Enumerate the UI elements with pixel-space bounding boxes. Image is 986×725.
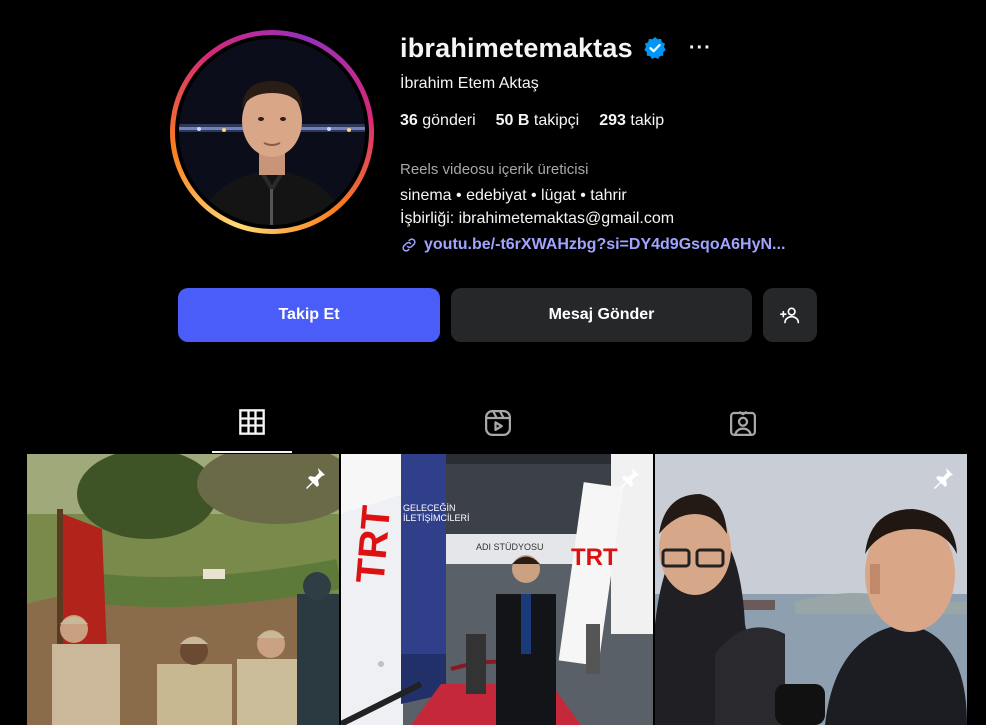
suggested-users-button[interactable] [763, 288, 817, 342]
follow-button[interactable]: Takip Et [178, 288, 440, 342]
followers-count: 50 B [495, 112, 530, 129]
pinned-icon [617, 466, 641, 490]
bio-line-2: İşbirliği: ibrahimetemaktas@gmail.com [400, 210, 675, 227]
pinned-icon [931, 466, 955, 490]
tagged-icon [728, 408, 758, 438]
followers-stat[interactable]: 50 B takipçi [496, 112, 580, 130]
more-options-button[interactable]: ··· [689, 37, 712, 60]
following-label: takip [630, 112, 665, 129]
post-grid: TRT TRT GELECEĞİN İLETİŞİMCİLERİ ADI STÜ… [27, 454, 967, 725]
posts-count: 36 [400, 112, 418, 129]
bio-link-text[interactable]: youtu.be/-t6rXWAHzbg?si=DY4d9GsqoA6HyN..… [424, 236, 785, 254]
tab-reels[interactable] [458, 404, 538, 452]
profile-stats: 36 gönderi 50 B takipçi 293 takip [400, 112, 664, 130]
bio-link[interactable]: youtu.be/-t6rXWAHzbg?si=DY4d9GsqoA6HyN..… [400, 236, 785, 254]
signage-trt-right: TRT [571, 544, 618, 571]
reels-icon [483, 408, 513, 438]
username-row: ibrahimetemaktas ··· [400, 30, 712, 66]
add-person-icon [780, 305, 800, 325]
username: ibrahimetemaktas [400, 32, 633, 63]
profile-avatar[interactable] [179, 39, 365, 225]
profile-avatar-ring[interactable] [170, 30, 374, 234]
following-stat[interactable]: 293 takip [599, 112, 664, 130]
pinned-icon [303, 466, 327, 490]
message-button[interactable]: Mesaj Gönder [451, 288, 752, 342]
tab-tagged[interactable] [703, 404, 783, 452]
grid-icon [238, 408, 266, 436]
profile-category: Reels videosu içerik üreticisi [400, 161, 589, 178]
post-image-1 [27, 454, 339, 725]
avatar-illustration [179, 39, 365, 225]
post-image-2 [341, 454, 653, 725]
verified-badge-icon [643, 36, 667, 60]
signage-banner: GELECEĞİN İLETİŞİMCİLERİ [403, 503, 470, 523]
signage-studio: ADI STÜDYOSU [476, 542, 544, 552]
followers-label: takipçi [533, 112, 580, 129]
bio-line-1: sinema • edebiyat • lügat • tahrir [400, 187, 627, 204]
full-name: İbrahim Etem Aktaş [400, 75, 539, 92]
post-image-3 [655, 454, 967, 725]
signage-trt-left: TRT [348, 503, 400, 586]
link-icon [400, 236, 418, 254]
following-count: 293 [599, 112, 626, 129]
tab-posts[interactable] [212, 404, 292, 453]
avatar-border [175, 35, 369, 229]
posts-stat: 36 gönderi [400, 112, 476, 130]
posts-label: gönderi [422, 112, 476, 129]
post-tile[interactable] [27, 454, 339, 725]
post-tile[interactable] [655, 454, 967, 725]
post-tile[interactable]: TRT TRT GELECEĞİN İLETİŞİMCİLERİ ADI STÜ… [341, 454, 653, 725]
